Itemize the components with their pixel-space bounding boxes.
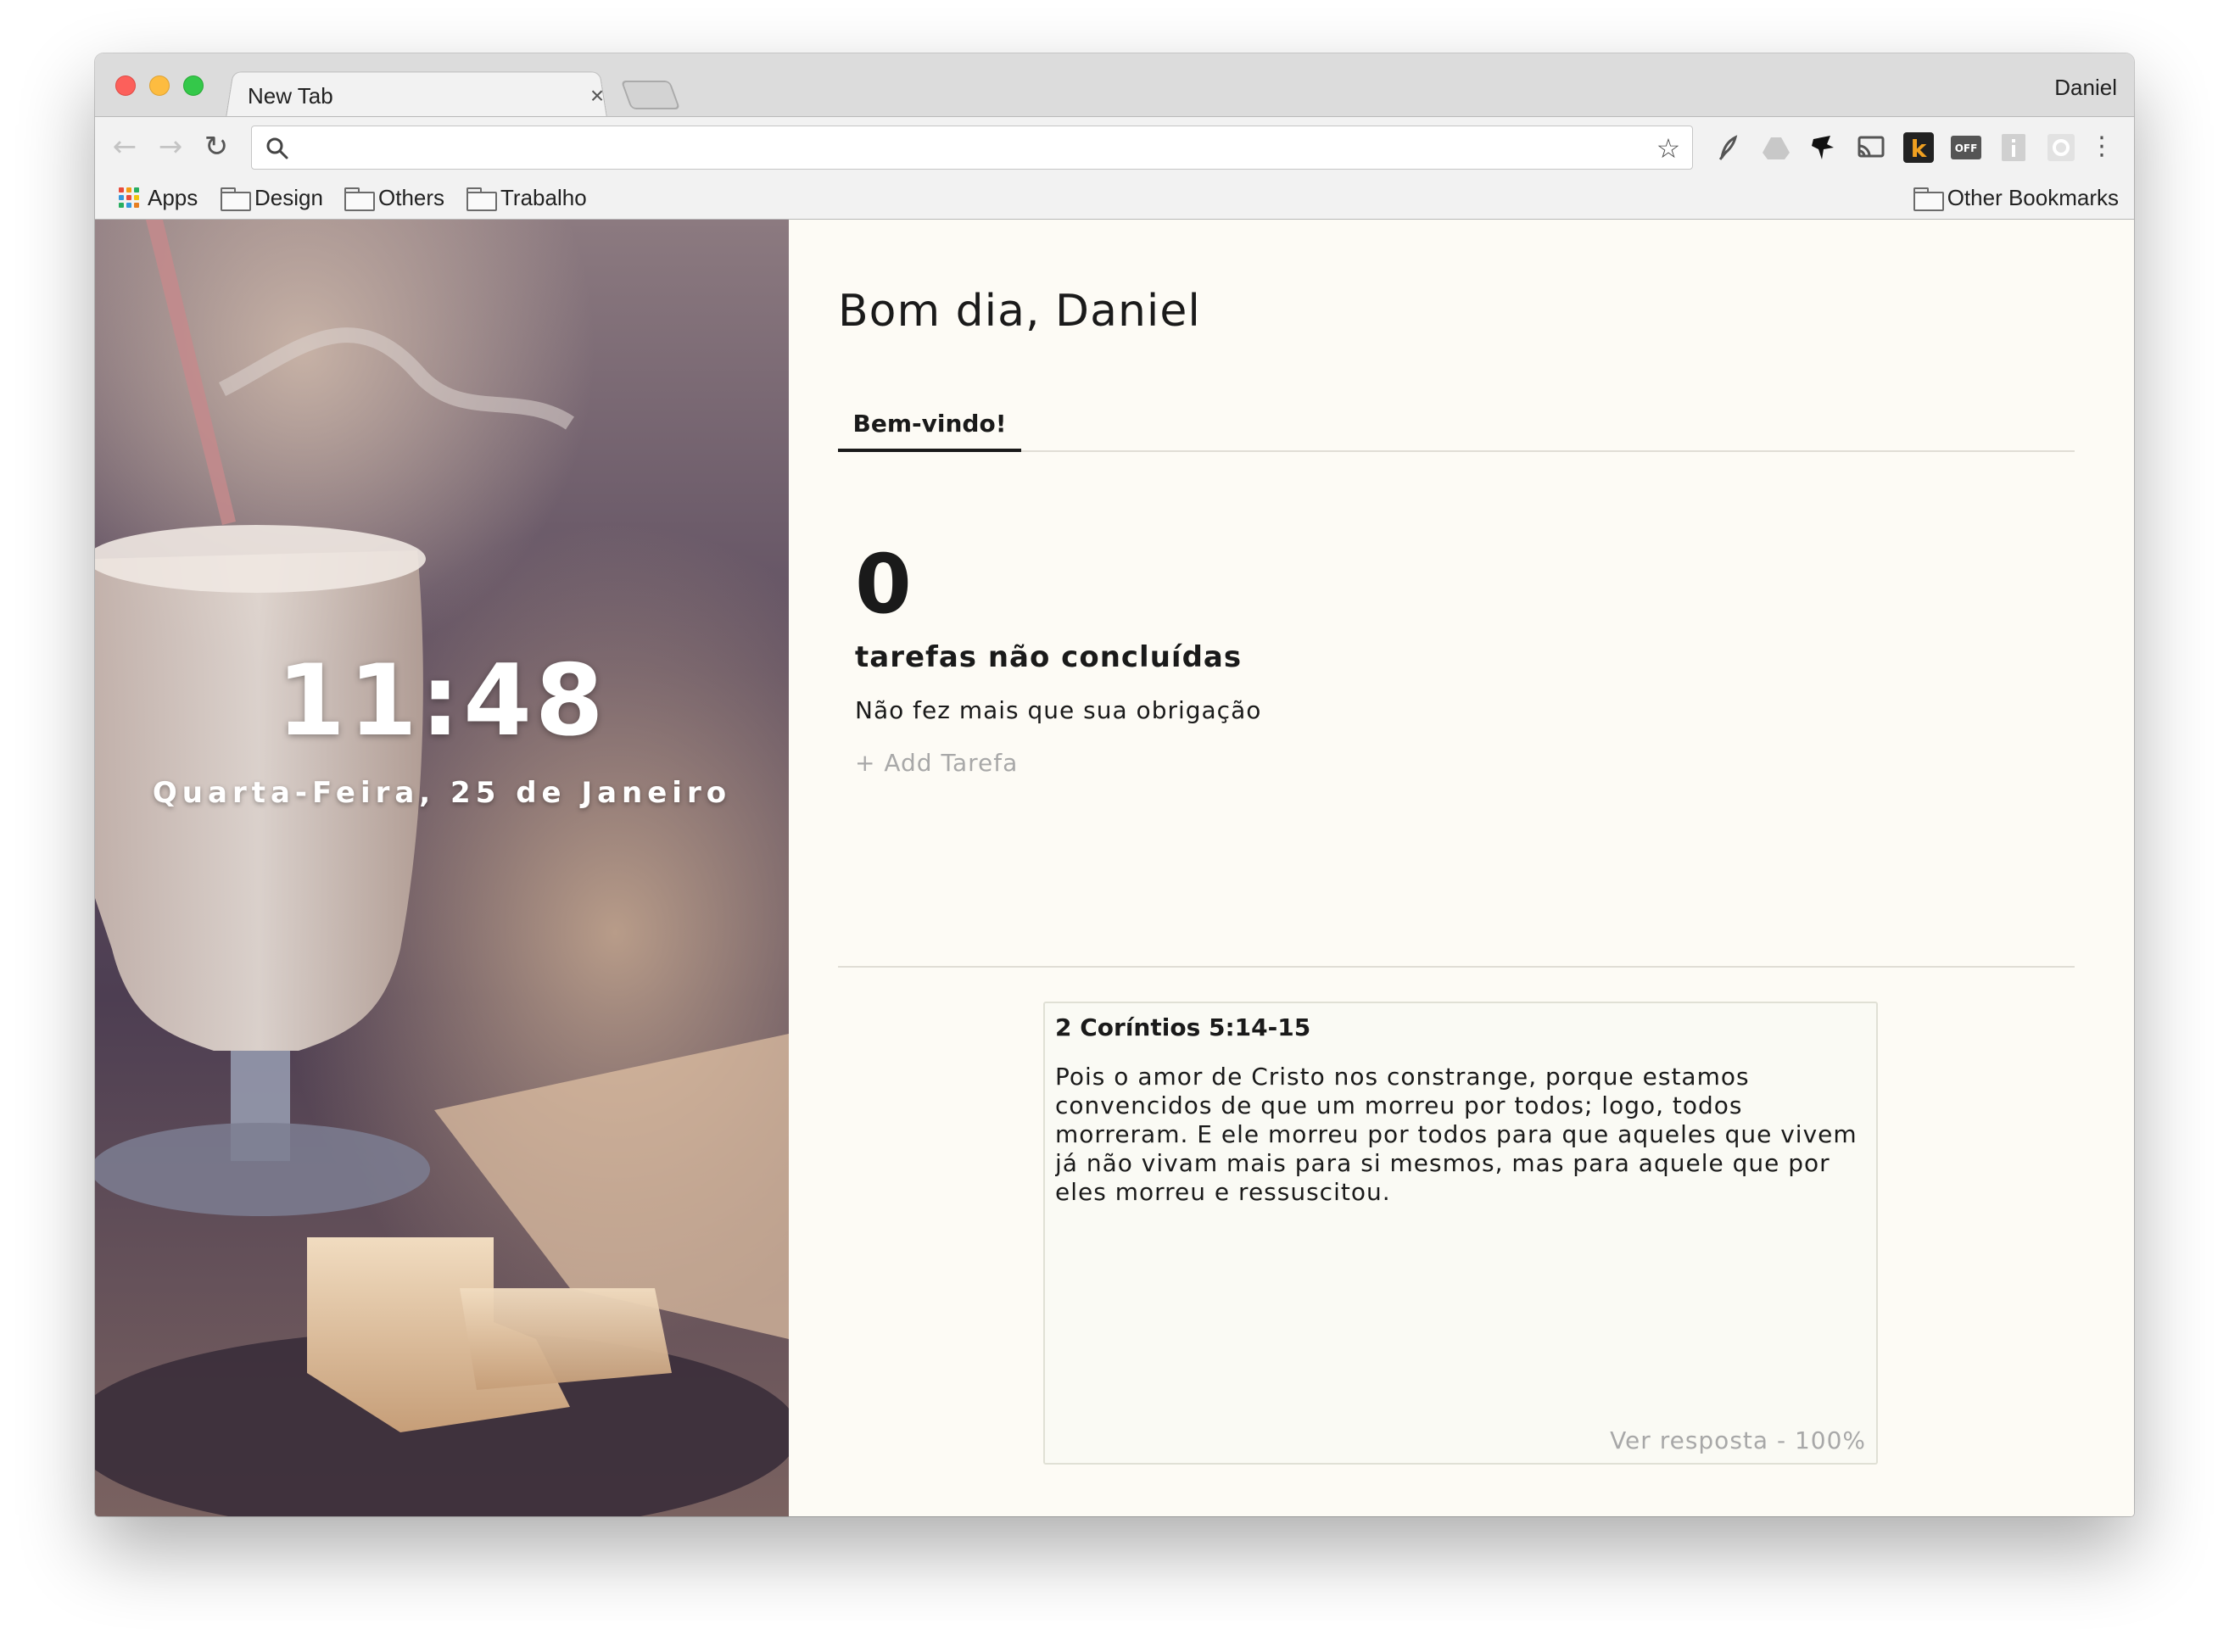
background-photo: 11:48 Quarta-Feira, 25 de Janeiro bbox=[95, 220, 789, 1516]
back-button[interactable]: ← bbox=[103, 126, 146, 168]
folder-icon bbox=[344, 187, 375, 211]
extension-off-icon[interactable]: OFF bbox=[1947, 129, 1985, 166]
pending-task-count: 0 bbox=[855, 537, 912, 632]
close-window-button[interactable] bbox=[115, 75, 136, 96]
tab-close-button[interactable]: × bbox=[580, 79, 614, 113]
greeting-heading: Bom dia, Daniel bbox=[838, 286, 1201, 337]
bookmark-other-label: Other Bookmarks bbox=[1947, 184, 2119, 210]
verse-reference: 2 Coríntios 5:14-15 bbox=[1055, 1013, 1311, 1041]
clock-time: 11:48 bbox=[277, 644, 607, 758]
show-answer-button[interactable]: Ver resposta - 100% bbox=[1610, 1426, 1866, 1454]
folder-icon bbox=[1913, 187, 1944, 211]
address-input[interactable] bbox=[296, 131, 1619, 165]
address-bar[interactable]: ☆ bbox=[251, 126, 1693, 170]
bookmark-folder-trabalho[interactable]: Trabalho bbox=[466, 181, 587, 215]
task-status-message: Não fez mais que sua obrigação bbox=[855, 696, 1262, 724]
new-tab-page: 11:48 Quarta-Feira, 25 de Janeiro Bom di… bbox=[95, 220, 2134, 1516]
svg-text:k: k bbox=[1911, 135, 1928, 163]
extension-info-icon[interactable] bbox=[1995, 129, 2032, 166]
bookmark-apps[interactable]: Apps bbox=[117, 181, 198, 215]
reload-button[interactable]: ↻ bbox=[195, 126, 237, 168]
cast-icon[interactable] bbox=[1852, 129, 1890, 166]
clock-date: Quarta-Feira, 25 de Janeiro bbox=[152, 776, 732, 810]
bookmark-folder-label: Design bbox=[254, 184, 323, 210]
forward-button[interactable]: → bbox=[149, 126, 192, 168]
bookmark-apps-label: Apps bbox=[148, 184, 198, 210]
svg-text:OFF: OFF bbox=[1955, 142, 1978, 154]
pending-task-label: tarefas não concluídas bbox=[855, 640, 1243, 674]
folder-icon bbox=[466, 187, 497, 211]
folder-icon bbox=[221, 187, 251, 211]
coffee-photo-illustration bbox=[95, 220, 789, 1516]
new-tab-button[interactable] bbox=[620, 81, 681, 109]
section-divider bbox=[838, 966, 2075, 968]
extension-bird-icon[interactable] bbox=[1805, 129, 1842, 166]
bookmark-folder-label: Others bbox=[378, 184, 445, 210]
browser-window: New Tab × Daniel ← → ↻ ☆ k OFF ⋮ Apps De… bbox=[95, 53, 2134, 1516]
title-bar: New Tab × Daniel bbox=[95, 53, 2134, 118]
extension-feather-icon[interactable] bbox=[1710, 129, 1747, 166]
bookmark-folder-label: Trabalho bbox=[500, 184, 587, 210]
bookmarks-bar: Apps Design Others Trabalho Other Bookma… bbox=[95, 176, 2134, 220]
bookmark-folder-design[interactable]: Design bbox=[221, 181, 323, 215]
dashboard-panel: Bom dia, Daniel Bem-vindo! 0 tarefas não… bbox=[789, 220, 2134, 1516]
dashboard-tabs: Bem-vindo! bbox=[838, 398, 2075, 452]
bookmark-folder-others[interactable]: Others bbox=[344, 181, 444, 215]
extension-gear-icon[interactable] bbox=[2042, 129, 2080, 166]
profile-name[interactable]: Daniel bbox=[2054, 72, 2117, 103]
google-drive-icon[interactable] bbox=[1757, 129, 1795, 166]
extension-k-icon[interactable]: k bbox=[1900, 129, 1937, 166]
browser-toolbar: ← → ↻ ☆ k OFF ⋮ bbox=[95, 116, 2134, 176]
zoom-window-button[interactable] bbox=[183, 75, 204, 96]
bookmark-star-icon[interactable]: ☆ bbox=[1651, 131, 1685, 165]
bookmark-other-bookmarks[interactable]: Other Bookmarks bbox=[1913, 181, 2119, 215]
apps-grid-icon bbox=[117, 186, 141, 209]
tab-title: New Tab bbox=[248, 83, 333, 109]
tab-welcome[interactable]: Bem-vindo! bbox=[838, 398, 1021, 452]
verse-text-input[interactable]: Pois o amor de Cristo nos constrange, po… bbox=[1055, 1063, 1861, 1385]
menu-kebab-icon[interactable]: ⋮ bbox=[2085, 126, 2119, 168]
search-icon bbox=[266, 137, 288, 159]
verse-card: 2 Coríntios 5:14-15 Pois o amor de Crist… bbox=[1043, 1002, 1878, 1465]
add-task-button[interactable]: + Add Tarefa bbox=[855, 749, 1018, 777]
minimize-window-button[interactable] bbox=[149, 75, 170, 96]
